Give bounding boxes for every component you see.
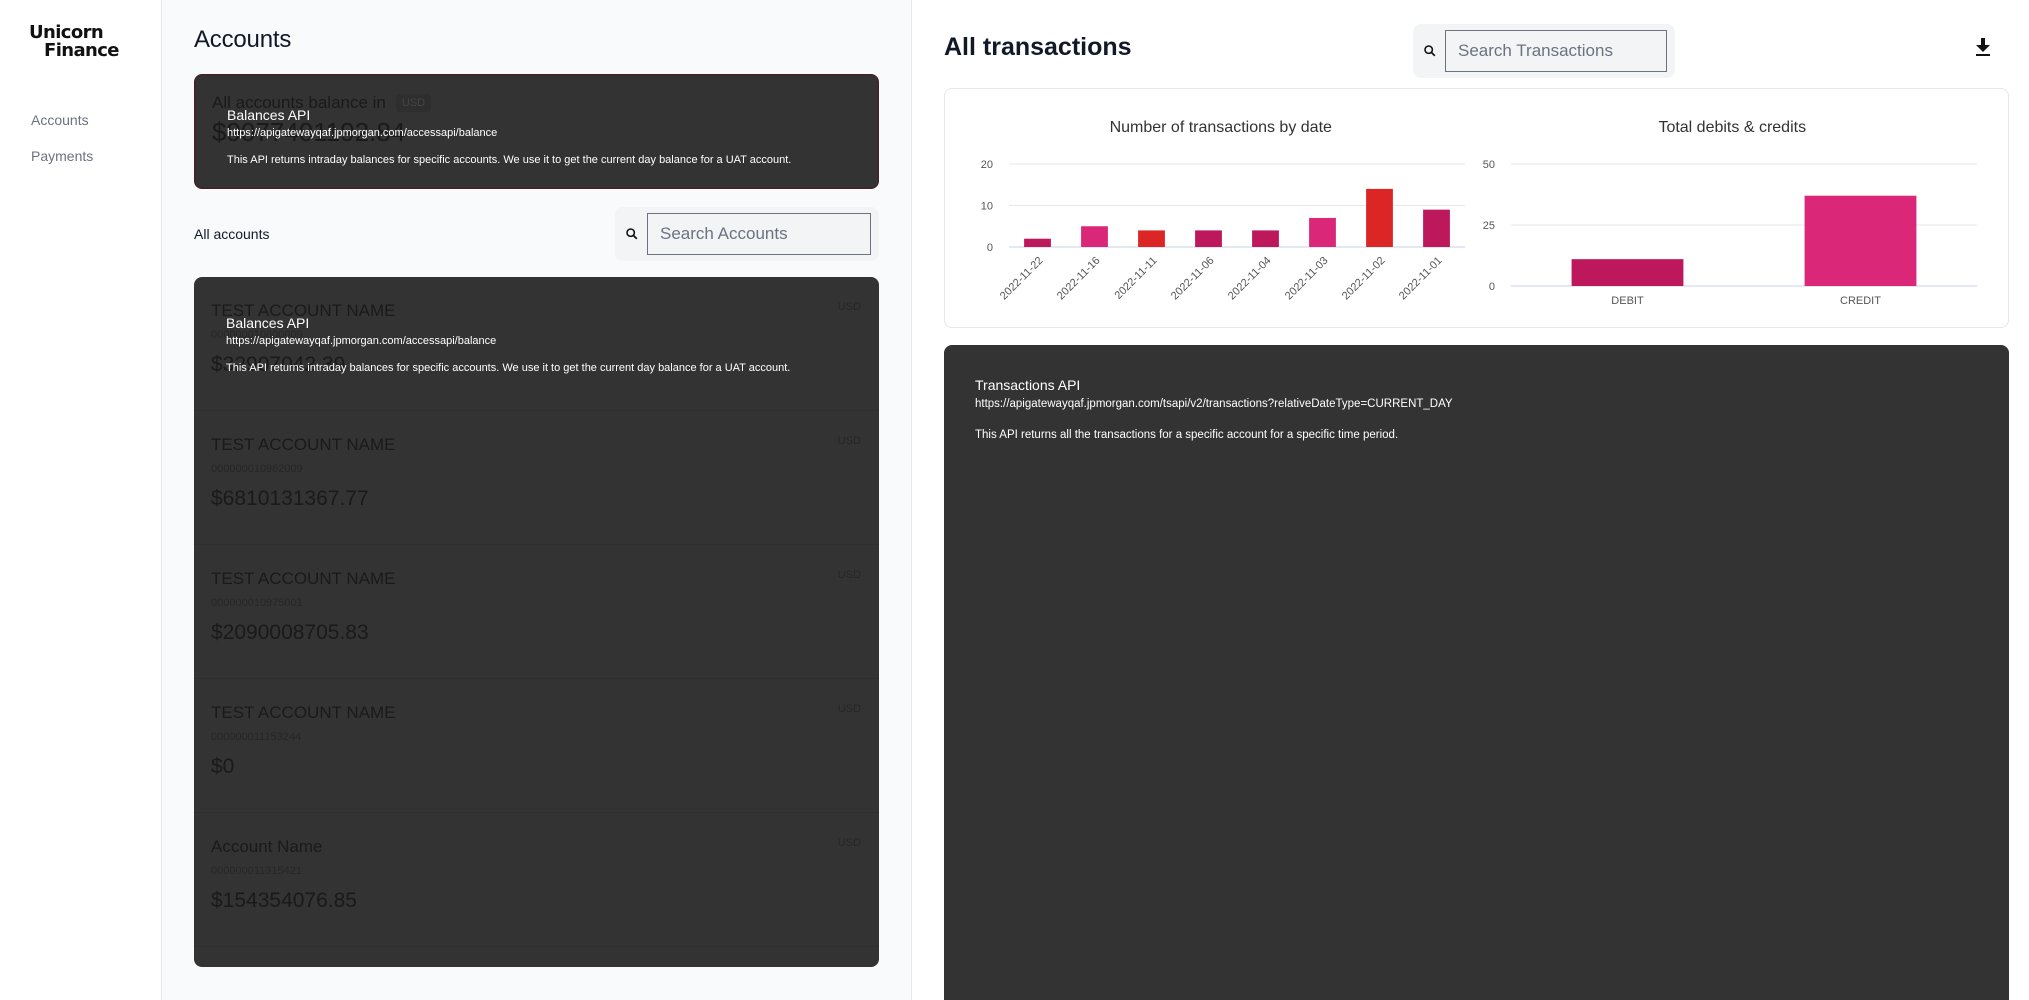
x-tick-label: 2022-11-03: [1283, 255, 1331, 303]
account-currency: USD: [837, 569, 861, 581]
total-balance-card: All accounts balance in USD $9077401192.…: [194, 74, 879, 189]
bar: [1081, 226, 1108, 247]
transactions-by-date-svg: 010202022-11-22 2022-11-16 2022-11-11 2022-…: [981, 159, 1465, 303]
x-tick-label: 2022-11-04: [1226, 255, 1274, 303]
brand-line-2: Finance: [44, 40, 120, 61]
account-balance: $2090008705.83: [211, 621, 369, 644]
y-tick-label: 10: [981, 201, 993, 213]
api-description: This API returns all the transactions fo…: [975, 429, 1399, 441]
accounts-list: TEST ACCOUNT NAME 000000010800009 $32907…: [194, 277, 879, 967]
api-title: Balances API: [227, 107, 311, 123]
transactions-api-card: Transactions API https://apigatewayqaf.j…: [944, 345, 2009, 1000]
page-title: Accounts: [194, 26, 292, 53]
x-tick-label: 2022-11-01: [1397, 255, 1445, 303]
account-name: TEST ACCOUNT NAME: [211, 569, 396, 588]
account-balance: $6810131367.77: [211, 487, 369, 510]
sidebar-item-payments[interactable]: Payments: [31, 148, 161, 164]
api-url: https://apigatewayqaf.jpmorgan.com/acces…: [226, 335, 497, 347]
account-name: TEST ACCOUNT NAME: [211, 435, 396, 454]
sidebar-nav: Accounts Payments: [0, 112, 161, 164]
api-title: Balances API: [226, 315, 310, 331]
transactions-by-date-chart: Number of transactions by date 0 10 20 2022…: [965, 109, 1477, 327]
debits-credits-svg: 0 25 50 DEBIT CREDIT: [1482, 159, 1977, 307]
account-item[interactable]: TEST ACCOUNT NAME 000000010975001 $20900…: [194, 551, 879, 679]
transactions-search: [1413, 24, 1675, 78]
charts-card: Number of transactions by date 0 10 20 2022…: [944, 88, 2009, 328]
api-title: Transactions API: [975, 377, 1081, 393]
accounts-list-title: All accounts: [194, 226, 270, 242]
x-tick-label: CREDIT: [1840, 295, 1881, 307]
transactions-panel: All transactions Number of transactions …: [912, 0, 2029, 1000]
bar: [1571, 259, 1683, 286]
accounts-panel: Accounts All accounts balance in USD $90…: [162, 0, 912, 1000]
account-balance: $154354076.85: [211, 889, 357, 912]
bar: [1366, 188, 1393, 247]
transactions-title: All transactions: [944, 33, 1132, 61]
account-item[interactable]: TEST ACCOUNT NAME 000000010800009 $32907…: [194, 283, 879, 411]
account-name: TEST ACCOUNT NAME: [211, 703, 396, 722]
balances-api-tooltip: Balances API https://apigatewayqaf.jpmor…: [227, 107, 791, 166]
account-currency: USD: [837, 301, 861, 313]
debits-credits-chart: Total debits & credits 0 25 50 DEBIT CREDIT: [1477, 109, 1989, 327]
account-currency: USD: [837, 435, 861, 447]
api-description: This API returns intraday balances for s…: [226, 362, 791, 374]
account-currency: USD: [837, 837, 861, 849]
bar: [1423, 209, 1450, 247]
search-transactions-input[interactable]: [1445, 30, 1667, 72]
account-number: 000000011153244: [211, 731, 302, 743]
x-tick-label: 2022-11-06: [1169, 255, 1217, 303]
search-accounts-input[interactable]: [647, 213, 871, 255]
bar: [1024, 238, 1051, 247]
account-item[interactable]: TEST ACCOUNT NAME 000000010962009 $68101…: [194, 417, 879, 545]
api-url: https://apigatewayqaf.jpmorgan.com/tsapi…: [975, 398, 1453, 410]
account-item[interactable]: TEST ACCOUNT NAME 000000011153244 $0 USD: [194, 685, 879, 813]
brand-logo[interactable]: Unicorn Finance: [0, 24, 161, 60]
sidebar-item-accounts[interactable]: Accounts: [31, 112, 161, 128]
y-tick-label: 25: [1482, 220, 1494, 232]
search-icon: [1424, 45, 1436, 57]
download-icon[interactable]: [1973, 36, 1993, 58]
account-currency: USD: [837, 703, 861, 715]
y-tick-label: 20: [981, 159, 993, 171]
bar: [1195, 230, 1222, 247]
account-number: 000000010975001: [211, 597, 303, 609]
bar: [1309, 217, 1336, 247]
account-name: Account Name: [211, 837, 323, 856]
accounts-search: [615, 207, 879, 261]
bar: [1252, 230, 1279, 247]
api-url: https://apigatewayqaf.jpmorgan.com/acces…: [227, 127, 498, 139]
account-item[interactable]: Account Name 000000011315421 $154354076.…: [194, 819, 879, 947]
account-balance: $0: [211, 755, 235, 778]
chart-title: Number of transactions by date: [1109, 119, 1332, 136]
search-icon: [626, 228, 638, 240]
sidebar: Unicorn Finance Accounts Payments: [0, 0, 162, 1000]
x-tick-label: 2022-11-02: [1340, 255, 1388, 303]
account-number: 000000010962009: [211, 463, 303, 475]
transactions-header: All transactions: [944, 0, 2009, 100]
account-number: 000000011315421: [211, 865, 302, 877]
api-description: This API returns intraday balances for s…: [227, 154, 792, 166]
x-tick-label: 2022-11-16: [1055, 255, 1103, 303]
y-tick-label: 50: [1482, 159, 1494, 171]
x-tick-label: 2022-11-11: [1112, 255, 1159, 302]
bar: [1804, 195, 1916, 286]
chart-title: Total debits & credits: [1658, 119, 1807, 136]
x-tick-label: DEBIT: [1611, 295, 1644, 307]
balances-api-tooltip: Balances API https://apigatewayqaf.jpmor…: [226, 315, 790, 374]
bar: [1138, 230, 1165, 247]
app: Unicorn Finance Accounts Payments Accoun…: [0, 0, 2029, 1000]
y-tick-label: 0: [1488, 281, 1494, 293]
x-tick-label: 2022-11-22: [998, 255, 1046, 303]
accounts-list-header: All accounts: [194, 207, 879, 261]
y-tick-label: 0: [987, 242, 993, 254]
